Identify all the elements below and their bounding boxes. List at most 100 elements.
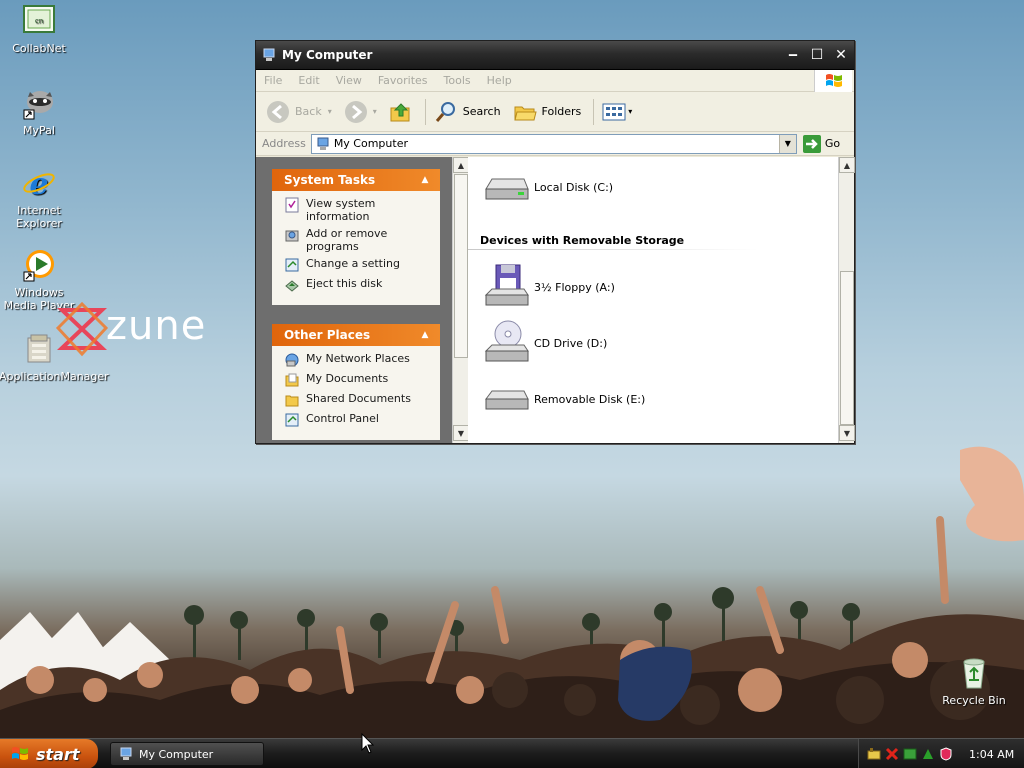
zune-logo: zune (56, 300, 226, 360)
scroll-down-button[interactable]: ▼ (453, 425, 469, 441)
windows-logo-icon (814, 70, 852, 92)
start-label: start (36, 744, 80, 764)
chevron-down-icon: ▼ (457, 428, 465, 438)
windows-logo-icon (12, 747, 28, 760)
back-dropdown-icon: ▾ (327, 107, 332, 116)
chevron-up-icon: ▲ (843, 160, 851, 170)
address-dropdown-button[interactable]: ▼ (778, 134, 796, 153)
drive-cd-d[interactable]: CD Drive (D:) (482, 319, 607, 367)
taskbar-button-my-computer[interactable]: My Computer (110, 742, 264, 766)
up-folder-button[interactable] (389, 100, 413, 124)
scroll-up-button[interactable]: ▲ (453, 157, 469, 173)
close-button[interactable]: ✕ (830, 45, 852, 65)
desktop-icon-mypal[interactable]: MyPal (0, 86, 79, 137)
scroll-up-button[interactable]: ▲ (839, 157, 855, 173)
floppy-drive-icon (484, 264, 529, 306)
maximize-button[interactable]: ☐ (806, 45, 828, 65)
task-change-a-setting[interactable]: Change a setting (284, 257, 434, 273)
network-tray-icon[interactable] (867, 747, 881, 761)
address-label: Address (262, 137, 306, 150)
drive-local-disk-c[interactable]: Local Disk (C:) (482, 163, 613, 211)
menu-edit[interactable]: Edit (298, 74, 319, 87)
go-button[interactable]: Go (802, 134, 840, 153)
cd-drive-icon (484, 320, 529, 362)
back-button[interactable]: Back ▾ (266, 100, 332, 124)
search-button[interactable]: Search (434, 100, 501, 124)
views-icon (602, 103, 626, 120)
drives-view: Local Disk (C:) Devices with Removable S… (468, 157, 838, 443)
place-my-network-places[interactable]: My Network Places (284, 352, 434, 368)
desktop-icon-label: Recycle Bin (942, 694, 1006, 707)
desktop-icon-internet-explorer[interactable]: e Internet Explorer (0, 166, 79, 230)
control-panel-icon (285, 413, 299, 427)
forward-button[interactable]: ▾ (344, 100, 377, 124)
search-label: Search (462, 105, 501, 118)
other-places-header[interactable]: Other Places ▲︎ (272, 324, 440, 346)
network-places-icon (285, 353, 299, 367)
menu-tools[interactable]: Tools (444, 74, 471, 87)
drives-scrollbar[interactable]: ▲ ▼ (838, 157, 855, 443)
minimize-button[interactable]: ‒ (782, 45, 804, 65)
drive-removable-e[interactable]: Removable Disk (E:) (482, 375, 645, 423)
error-tray-icon[interactable] (885, 747, 899, 761)
toolbar-separator (424, 98, 426, 125)
taskbar-button-label: My Computer (139, 747, 214, 761)
address-value: My Computer (333, 137, 408, 150)
security-shield-icon[interactable] (939, 747, 953, 761)
place-control-panel[interactable]: Control Panel (284, 412, 434, 428)
folders-button[interactable]: Folders (513, 100, 581, 124)
connection-tray-icon[interactable] (903, 747, 917, 761)
zune-wordmark: zune (106, 303, 207, 349)
scroll-thumb[interactable] (840, 271, 854, 425)
forward-dropdown-icon: ▾ (372, 107, 377, 116)
desktop-icon-recycle-bin[interactable]: Recycle Bin (934, 656, 1014, 707)
system-tasks-panel: System Tasks ▲︎ View system information … (272, 169, 440, 305)
views-button[interactable]: ▾ (602, 102, 632, 122)
taskbar: start My Computer 1:04 AM (0, 738, 1024, 768)
task-pane-scrollbar[interactable]: ▲ ▼ (452, 157, 469, 443)
application-manager-icon (22, 332, 56, 366)
minimize-icon: ‒ (788, 47, 798, 63)
collapse-icon[interactable]: ▲︎ (418, 328, 432, 342)
update-tray-icon[interactable] (921, 747, 935, 761)
taskbar-clock[interactable]: 1:04 AM (969, 748, 1014, 761)
system-tasks-header[interactable]: System Tasks ▲︎ (272, 169, 440, 191)
raccoon-icon (22, 86, 56, 120)
window-titlebar[interactable]: My Computer ‒ ☐ ✕ (256, 41, 854, 70)
scroll-down-button[interactable]: ▼ (839, 425, 855, 441)
eject-disk-icon (285, 280, 299, 292)
my-computer-icon (120, 747, 132, 760)
removable-storage-header: Devices with Removable Storage (480, 234, 685, 247)
menu-help[interactable]: Help (487, 74, 512, 87)
place-shared-documents[interactable]: Shared Documents (284, 392, 434, 408)
task-add-remove-programs[interactable]: Add or remove programs (284, 227, 434, 253)
place-my-documents[interactable]: My Documents (284, 372, 434, 388)
my-documents-icon (285, 373, 299, 387)
my-computer-icon (317, 137, 329, 150)
task-eject-this-disk[interactable]: Eject this disk (284, 277, 434, 293)
back-label: Back (295, 105, 322, 118)
forward-arrow-icon (344, 100, 367, 123)
system-information-icon (285, 197, 299, 213)
desktop-icon-label: Internet Explorer (16, 204, 62, 230)
menu-file[interactable]: File (264, 74, 282, 87)
menu-view[interactable]: View (336, 74, 362, 87)
mouse-cursor-icon (361, 733, 375, 754)
desktop-icon-label: MyPal (23, 124, 55, 137)
my-computer-window[interactable]: My Computer ‒ ☐ ✕ File Edit View Favorit… (255, 40, 855, 444)
menu-favorites[interactable]: Favorites (378, 74, 428, 87)
internet-explorer-icon: e (22, 166, 56, 202)
add-remove-programs-icon (285, 230, 299, 242)
task-view-system-information[interactable]: View system information (284, 197, 434, 223)
views-dropdown-icon: ▾ (628, 107, 633, 116)
desktop-icon-collabnet[interactable]: cn CollabNet (0, 4, 79, 55)
collapse-icon[interactable]: ▲︎ (418, 173, 432, 187)
start-button[interactable]: start (0, 739, 98, 768)
drive-floppy-a[interactable]: 3½ Floppy (A:) (482, 263, 615, 311)
task-pane: System Tasks ▲︎ View system information … (256, 157, 452, 443)
window-title: My Computer (282, 48, 373, 62)
system-tasks-title: System Tasks (284, 173, 376, 187)
address-input[interactable]: My Computer ▼ (310, 133, 797, 154)
scroll-thumb[interactable] (454, 174, 468, 358)
other-places-list: My Network Places My Documents Shared Do… (272, 346, 440, 440)
